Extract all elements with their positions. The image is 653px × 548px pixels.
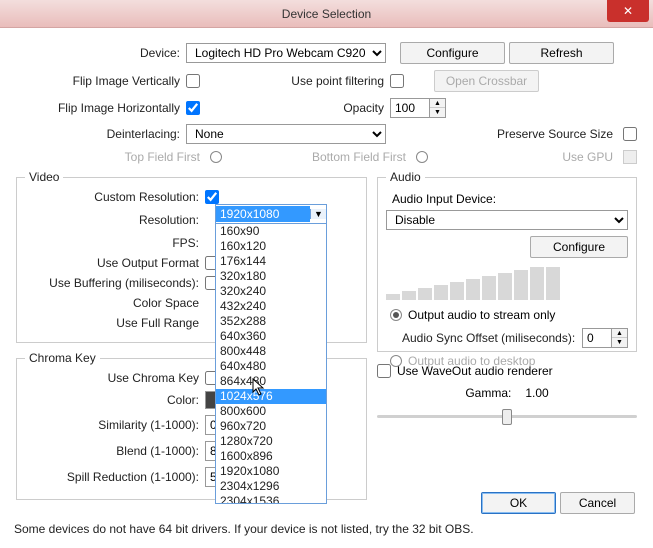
opacity-field[interactable]: ▲▼ [390, 98, 446, 118]
bottom-field-label: Bottom Field First [222, 150, 412, 164]
waveout-label: Use WaveOut audio renderer [397, 364, 553, 378]
full-range-label: Use Full Range [25, 316, 205, 330]
refresh-button[interactable]: Refresh [509, 42, 614, 64]
blend-label: Blend (1-1000): [25, 444, 205, 458]
color-label: Color: [25, 393, 205, 407]
chevron-down-icon[interactable]: ▼ [310, 209, 326, 219]
sync-label: Audio Sync Offset (miliseconds): [386, 331, 582, 345]
flip-h-checkbox[interactable] [186, 101, 200, 115]
chroma-legend: Chroma Key [25, 351, 100, 365]
fps-label: FPS: [25, 236, 205, 250]
flip-v-checkbox[interactable] [186, 74, 200, 88]
color-space-label: Color Space [25, 296, 205, 310]
resolution-option[interactable]: 160x90 [216, 224, 326, 239]
preserve-label: Preserve Source Size [497, 127, 619, 141]
sync-input[interactable] [582, 328, 612, 348]
resolution-option[interactable]: 2304x1296 [216, 479, 326, 494]
resolution-dropdown[interactable]: 1920x1080 ▼ 160x90160x120176x144320x1803… [215, 204, 327, 504]
opacity-input[interactable] [390, 98, 430, 118]
configure-button[interactable]: Configure [400, 42, 505, 64]
resolution-option[interactable]: 1600x896 [216, 449, 326, 464]
disclaimer-text: Some devices do not have 64 bit drivers.… [14, 522, 474, 536]
resolution-option[interactable]: 800x600 [216, 404, 326, 419]
flip-h-label: Flip Image Horizontally [16, 101, 186, 115]
out-stream-radio[interactable] [390, 309, 402, 321]
slider-thumb[interactable] [502, 409, 512, 425]
resolution-option[interactable]: 1920x1080 [216, 464, 326, 479]
resolution-option[interactable]: 960x720 [216, 419, 326, 434]
audio-configure-button[interactable]: Configure [530, 236, 628, 258]
flip-v-label: Flip Image Vertically [16, 74, 186, 88]
use-point-label: Use point filtering [200, 74, 390, 88]
opacity-label: Opacity [200, 101, 390, 115]
use-chroma-label: Use Chroma Key [25, 371, 205, 385]
deinterlacing-select[interactable]: None [186, 124, 386, 144]
deinterlacing-label: Deinterlacing: [16, 127, 186, 141]
use-gpu-checkbox [623, 150, 637, 164]
use-buffer-label: Use Buffering (miliseconds): [25, 276, 205, 290]
resolution-option[interactable]: 1280x720 [216, 434, 326, 449]
close-button[interactable]: ✕ [607, 0, 649, 22]
out-stream-label: Output audio to stream only [408, 308, 555, 322]
resolution-list[interactable]: 160x90160x120176x144320x180320x240432x24… [215, 224, 327, 504]
gamma-label: Gamma: [465, 386, 511, 400]
resolution-option[interactable]: 320x180 [216, 269, 326, 284]
resolution-option[interactable]: 1024x576 [216, 389, 326, 404]
resolution-option[interactable]: 864x480 [216, 374, 326, 389]
similarity-label: Similarity (1-1000): [25, 418, 205, 432]
resolution-option[interactable]: 432x240 [216, 299, 326, 314]
audio-legend: Audio [386, 170, 425, 184]
waveout-checkbox[interactable] [377, 364, 391, 378]
custom-res-checkbox[interactable] [205, 190, 219, 204]
resolution-option[interactable]: 800x448 [216, 344, 326, 359]
bottom-field-radio [416, 151, 428, 163]
resolution-option[interactable]: 352x288 [216, 314, 326, 329]
use-gpu-label: Use GPU [562, 150, 619, 164]
resolution-option[interactable]: 160x120 [216, 239, 326, 254]
use-point-checkbox[interactable] [390, 74, 404, 88]
ok-button[interactable]: OK [481, 492, 556, 514]
sync-spinner[interactable]: ▲▼ [611, 328, 628, 348]
resolution-option[interactable]: 2304x1536 [216, 494, 326, 504]
resolution-select[interactable]: 1920x1080 ▼ [215, 204, 327, 224]
resolution-option[interactable]: 320x240 [216, 284, 326, 299]
audio-input-select[interactable]: Disable [386, 210, 628, 230]
open-crossbar-button: Open Crossbar [434, 70, 539, 92]
gamma-value: 1.00 [525, 386, 548, 400]
gamma-slider[interactable] [377, 406, 637, 426]
volume-meter [386, 266, 628, 300]
preserve-checkbox[interactable] [623, 127, 637, 141]
audio-input-label: Audio Input Device: [392, 192, 628, 206]
resolution-label: Resolution: [25, 213, 205, 227]
resolution-option[interactable]: 640x360 [216, 329, 326, 344]
opacity-spinner[interactable]: ▲▼ [429, 98, 446, 118]
top-field-radio [210, 151, 222, 163]
device-select[interactable]: Logitech HD Pro Webcam C920 [186, 43, 386, 63]
device-label: Device: [16, 46, 186, 60]
window-title: Device Selection [282, 7, 371, 21]
top-field-label: Top Field First [16, 150, 206, 164]
resolution-option[interactable]: 640x480 [216, 359, 326, 374]
use-output-label: Use Output Format [25, 256, 205, 270]
audio-group: Audio Audio Input Device: Disable Config… [377, 170, 637, 352]
resolution-option[interactable]: 176x144 [216, 254, 326, 269]
spill-label: Spill Reduction (1-1000): [25, 470, 205, 484]
custom-res-label: Custom Resolution: [25, 190, 205, 204]
video-legend: Video [25, 170, 63, 184]
close-icon: ✕ [623, 4, 633, 18]
cancel-button[interactable]: Cancel [560, 492, 635, 514]
title-bar: Device Selection ✕ [0, 0, 653, 28]
resolution-selected: 1920x1080 [216, 206, 310, 222]
